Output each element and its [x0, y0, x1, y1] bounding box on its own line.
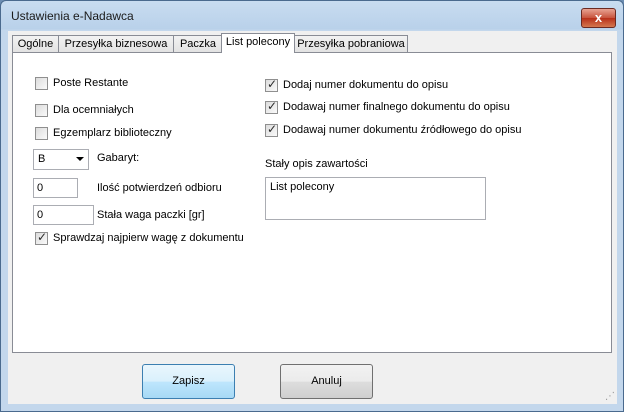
tab-przesylka-biznesowa[interactable]: Przesyłka biznesowa — [58, 35, 174, 52]
window-title: Ustawienia e-Nadawca — [11, 9, 134, 23]
close-icon: x — [594, 10, 603, 25]
opis-textarea[interactable]: List polecony — [265, 177, 486, 220]
egzemplarz-checkbox[interactable] — [35, 127, 48, 140]
chevron-down-icon — [76, 157, 84, 161]
gabaryt-select[interactable]: B — [33, 149, 89, 170]
settings-window: Ustawienia e-Nadawca x Ogólne Przesyłka … — [0, 0, 624, 412]
poste-restante-checkbox[interactable] — [35, 77, 48, 90]
dialog-client: Ogólne Przesyłka biznesowa Paczka List p… — [8, 31, 617, 404]
tab-ogolne[interactable]: Ogólne — [12, 35, 59, 52]
potwierdzenia-label: Ilość potwierdzeń odbioru — [97, 182, 222, 194]
opis-label: Stały opis zawartości — [265, 158, 368, 170]
tab-przesylka-pobraniowa[interactable]: Przesyłka pobraniowa — [294, 35, 408, 52]
potwierdzenia-input[interactable]: 0 — [33, 178, 78, 198]
sprawdzaj-label: Sprawdzaj najpierw wagę z dokumentu — [53, 232, 244, 244]
dodawaj-zrodlowy-label: Dodawaj numer dokumentu źródłowego do op… — [283, 124, 522, 136]
title-bar[interactable]: Ustawienia e-Nadawca x — [1, 1, 623, 31]
dla-ociemnialych-checkbox[interactable] — [35, 104, 48, 117]
close-button[interactable]: x — [581, 8, 616, 28]
dodawaj-finalny-checkbox[interactable] — [265, 99, 278, 114]
egzemplarz-label: Egzemplarz biblioteczny — [53, 127, 172, 139]
waga-label: Stała waga paczki [gr] — [97, 209, 205, 221]
tab-list-polecony[interactable]: List polecony — [221, 33, 295, 53]
dodawaj-zrodlowy-checkbox[interactable] — [265, 122, 278, 137]
poste-restante-label: Poste Restante — [53, 77, 129, 89]
resize-grip-icon[interactable]: ⋰ — [605, 391, 615, 402]
tab-paczka[interactable]: Paczka — [173, 35, 223, 52]
dodawaj-finalny-label: Dodawaj numer finalnego dokumentu do opi… — [283, 101, 510, 113]
dodaj-numer-label: Dodaj numer dokumentu do opisu — [283, 79, 449, 91]
tab-page-list-polecony: Poste Restante Dla ocemniałych Egzemplar… — [12, 52, 612, 353]
dodaj-numer-checkbox[interactable] — [265, 77, 278, 92]
cancel-button[interactable]: Anuluj — [280, 364, 373, 399]
dla-ociemnialych-label: Dla ocemniałych — [53, 104, 134, 116]
waga-input[interactable]: 0 — [33, 205, 94, 225]
gabaryt-label: Gabaryt: — [97, 152, 140, 164]
gabaryt-value: B — [38, 153, 46, 165]
save-button[interactable]: Zapisz — [142, 364, 235, 399]
sprawdzaj-checkbox[interactable] — [35, 230, 48, 245]
